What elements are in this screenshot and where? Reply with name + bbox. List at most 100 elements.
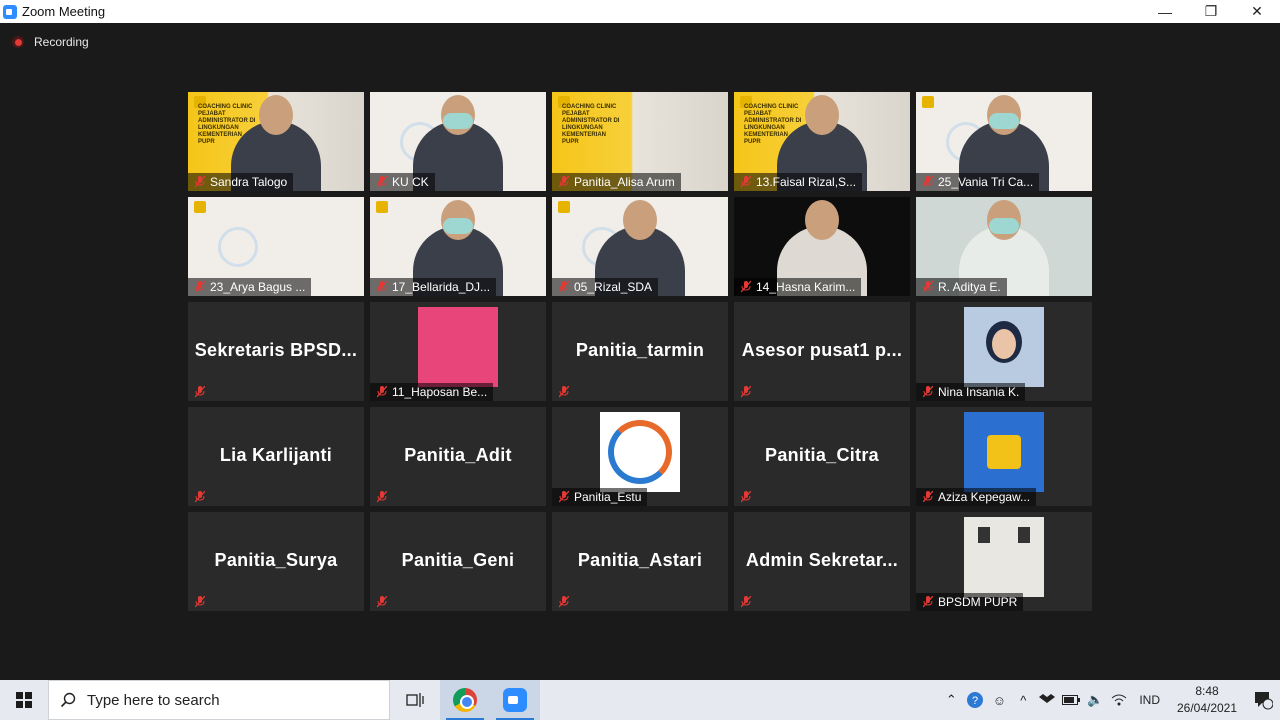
participant-tile[interactable]: Panitia_Geni <box>370 512 546 611</box>
name-label <box>188 488 214 506</box>
name-label <box>188 593 214 611</box>
participant-tile[interactable]: Panitia_tarmin <box>552 302 728 401</box>
participant-tile[interactable]: R. Aditya E. <box>916 197 1092 296</box>
participant-name: 17_Bellarida_DJ... <box>392 280 491 294</box>
participant-tile[interactable]: 05_Rizal_SDA <box>552 197 728 296</box>
participant-avatar <box>600 412 680 492</box>
participant-tile[interactable]: 23_Arya Bagus ... <box>188 197 364 296</box>
name-label: Panitia_Alisa Arum <box>552 173 681 191</box>
search-placeholder: Type here to search <box>87 691 220 709</box>
participant-tile[interactable]: Panitia_Citra <box>734 407 910 506</box>
name-label <box>734 593 760 611</box>
participant-display-name: Panitia_Citra <box>765 445 879 465</box>
help-icon[interactable]: ? <box>963 680 987 720</box>
participant-tile[interactable]: 25_Vania Tri Ca... <box>916 92 1092 191</box>
mic-muted-icon <box>192 278 208 296</box>
participant-tile[interactable]: Admin Sekretar... <box>734 512 910 611</box>
mic-muted-icon <box>374 383 390 401</box>
participant-name: 13.Faisal Rizal,S... <box>756 175 857 189</box>
recording-indicator[interactable]: Recording <box>12 35 89 49</box>
name-label: BPSDM PUPR <box>916 593 1024 611</box>
taskbar-search[interactable]: Type here to search <box>48 680 390 720</box>
slide-text: COACHING CLINIC PEJABAT ADMINISTRATOR DI… <box>562 104 620 145</box>
participant-tile[interactable]: COACHING CLINIC PEJABAT ADMINISTRATOR DI… <box>188 92 364 191</box>
participant-avatar <box>964 307 1044 387</box>
name-label <box>370 488 396 506</box>
minimize-button[interactable]: — <box>1142 0 1188 23</box>
pupr-logo-icon <box>558 201 570 213</box>
pupr-logo-icon <box>194 201 206 213</box>
notification-center-button[interactable] <box>1246 680 1280 720</box>
participant-name: 23_Arya Bagus ... <box>210 280 306 294</box>
participant-tile[interactable]: 11_Haposan Be... <box>370 302 546 401</box>
participant-tile[interactable]: KU CK <box>370 92 546 191</box>
participant-display-name: Sekretaris BPSD... <box>194 340 358 360</box>
system-tray: ⌃ ? ☺ ^ 🔈 IND 8:48 26/04/2021 <box>939 680 1280 720</box>
chrome-taskbar-button[interactable] <box>440 680 490 720</box>
participant-name: KU CK <box>392 175 429 189</box>
participant-tile[interactable]: Nina Insania K. <box>916 302 1092 401</box>
participant-tile[interactable]: BPSDM PUPR <box>916 512 1092 611</box>
close-button[interactable]: ✕ <box>1234 0 1280 23</box>
participant-tile[interactable]: 14_Hasna Karim... <box>734 197 910 296</box>
name-label <box>188 383 214 401</box>
input-language[interactable]: IND <box>1139 693 1160 707</box>
wifi-icon[interactable] <box>1107 680 1131 720</box>
name-label: Aziza Kepegaw... <box>916 488 1037 506</box>
participant-name: Sandra Talogo <box>210 175 288 189</box>
name-label: 14_Hasna Karim... <box>734 278 862 296</box>
participant-tile[interactable]: 17_Bellarida_DJ... <box>370 197 546 296</box>
restore-button[interactable]: ❐ <box>1188 0 1234 23</box>
participant-name: Panitia_Estu <box>574 490 642 504</box>
chevron-up-icon[interactable]: ⌃ <box>939 680 963 720</box>
name-label <box>734 488 760 506</box>
mic-muted-icon <box>374 278 390 296</box>
mic-muted-icon <box>738 173 754 191</box>
people-icon[interactable]: ☺ <box>987 680 1011 720</box>
participant-tile[interactable]: Panitia_Adit <box>370 407 546 506</box>
show-hidden-icons-chevron-icon[interactable]: ^ <box>1011 680 1035 720</box>
pupr-logo-icon <box>922 96 934 108</box>
participant-name: 11_Haposan Be... <box>392 385 488 399</box>
name-label <box>552 593 578 611</box>
meeting-area: Recording COACHING CLINIC PEJABAT ADMINI… <box>0 23 1280 680</box>
clock-date: 26/04/2021 <box>1176 701 1238 715</box>
name-label: Nina Insania K. <box>916 383 1026 401</box>
background-decoration <box>218 227 258 267</box>
participant-avatar <box>964 517 1044 597</box>
battery-icon[interactable] <box>1059 680 1083 720</box>
clock-time: 8:48 <box>1195 684 1219 698</box>
mic-muted-icon <box>920 278 936 296</box>
windows-logo-icon <box>16 692 32 708</box>
participant-tile[interactable]: COACHING CLINIC PEJABAT ADMINISTRATOR DI… <box>734 92 910 191</box>
zoom-taskbar-button[interactable] <box>490 680 540 720</box>
task-view-button[interactable] <box>390 680 440 720</box>
participant-tile[interactable]: COACHING CLINIC PEJABAT ADMINISTRATOR DI… <box>552 92 728 191</box>
name-label <box>734 383 760 401</box>
name-label: 13.Faisal Rizal,S... <box>734 173 863 191</box>
participant-tile[interactable]: Lia Karlijanti <box>188 407 364 506</box>
start-button[interactable] <box>0 680 48 720</box>
participant-name: Aziza Kepegaw... <box>938 490 1031 504</box>
participant-tile[interactable]: Panitia_Surya <box>188 512 364 611</box>
mic-muted-icon <box>556 383 572 401</box>
recording-label: Recording <box>34 35 89 49</box>
mic-muted-icon <box>556 173 572 191</box>
zoom-app-icon <box>3 4 17 19</box>
search-icon <box>49 692 87 708</box>
taskbar-clock[interactable]: 8:48 26/04/2021 <box>1168 683 1246 717</box>
participant-name: BPSDM PUPR <box>938 595 1018 609</box>
dropbox-icon[interactable] <box>1035 680 1059 720</box>
participant-tile[interactable]: Panitia_Astari <box>552 512 728 611</box>
participant-tile[interactable]: Panitia_Estu <box>552 407 728 506</box>
name-label: 25_Vania Tri Ca... <box>916 173 1040 191</box>
logo-ring-icon <box>608 420 672 484</box>
participant-tile[interactable]: Aziza Kepegaw... <box>916 407 1092 506</box>
volume-icon[interactable]: 🔈 <box>1083 680 1107 720</box>
mic-muted-icon <box>920 173 936 191</box>
participant-tile[interactable]: Sekretaris BPSD... <box>188 302 364 401</box>
participant-name: Nina Insania K. <box>938 385 1020 399</box>
participant-tile[interactable]: Asesor pusat1 p... <box>734 302 910 401</box>
participant-display-name: Lia Karlijanti <box>219 445 333 465</box>
participant-avatar <box>418 307 498 387</box>
